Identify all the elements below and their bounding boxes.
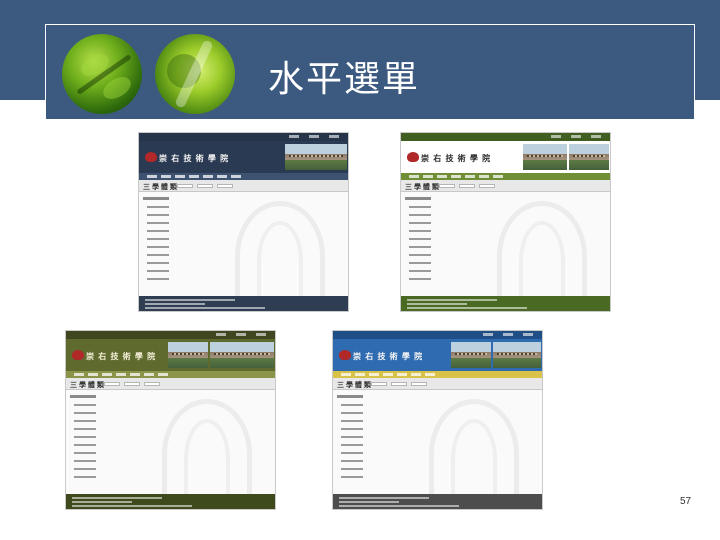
school-logo-icon (407, 152, 419, 162)
campus-photo (285, 144, 347, 170)
top-links-bar (401, 133, 610, 141)
horizontal-menu (401, 173, 610, 180)
site-footer (139, 296, 348, 311)
top-links-bar (66, 331, 275, 339)
website-screenshot-dark-blue: 崇 右 技 術 學 院 三 學 體 類 (138, 132, 349, 312)
horizontal-menu (333, 371, 542, 378)
campus-photo (569, 144, 609, 170)
content-area (401, 193, 610, 311)
tab-row: 三 學 體 類 (139, 180, 348, 192)
site-header: 崇 右 技 術 學 院 (139, 141, 348, 173)
site-brand: 崇 右 技 術 學 院 (353, 352, 424, 361)
slide-title: 水平選單 (268, 59, 421, 100)
tab-title: 三 學 體 類 (143, 184, 177, 191)
content-area (333, 391, 542, 509)
site-brand: 崇 右 技 術 學 院 (421, 154, 492, 163)
slide: 水平選單 崇 右 技 術 學 院 三 學 體 類 崇 右 技 術 學 院 三 學… (0, 0, 720, 540)
website-screenshot-olive-green: 崇 右 技 術 學 院 三 學 體 類 (65, 330, 276, 510)
content-area (139, 193, 348, 311)
top-links-bar (333, 331, 542, 339)
horizontal-menu (139, 173, 348, 180)
tab-row: 三 學 體 類 (333, 378, 542, 390)
website-screenshot-blue: 崇 右 技 術 學 院 三 學 體 類 (332, 330, 543, 510)
tab-title: 三 學 體 類 (70, 382, 104, 389)
site-footer (333, 494, 542, 509)
tab-title: 三 學 體 類 (405, 184, 439, 191)
website-screenshot-white-green: 崇 右 技 術 學 院 三 學 體 類 (400, 132, 611, 312)
leaf-closeup-image (155, 34, 235, 114)
tab-row: 三 學 體 類 (66, 378, 275, 390)
campus-photo (451, 342, 491, 368)
tab-row: 三 學 體 類 (401, 180, 610, 192)
leaf-photo-image (62, 34, 142, 114)
school-logo-icon (72, 350, 84, 360)
campus-photo (523, 144, 567, 170)
page-number: 57 (680, 496, 692, 507)
school-logo-icon (339, 350, 351, 360)
campus-photo (493, 342, 541, 368)
school-logo-icon (145, 152, 157, 162)
site-footer (401, 296, 610, 311)
site-header: 崇 右 技 術 學 院 (66, 339, 275, 371)
site-brand: 崇 右 技 術 學 院 (159, 154, 230, 163)
tab-title: 三 學 體 類 (337, 382, 371, 389)
campus-photo (210, 342, 274, 368)
site-header: 崇 右 技 術 學 院 (401, 141, 610, 173)
horizontal-menu (66, 371, 275, 378)
campus-photo (168, 342, 208, 368)
site-brand: 崇 右 技 術 學 院 (86, 352, 157, 361)
site-header: 崇 右 技 術 學 院 (333, 339, 542, 371)
content-area (66, 391, 275, 509)
site-footer (66, 494, 275, 509)
top-links-bar (139, 133, 348, 141)
